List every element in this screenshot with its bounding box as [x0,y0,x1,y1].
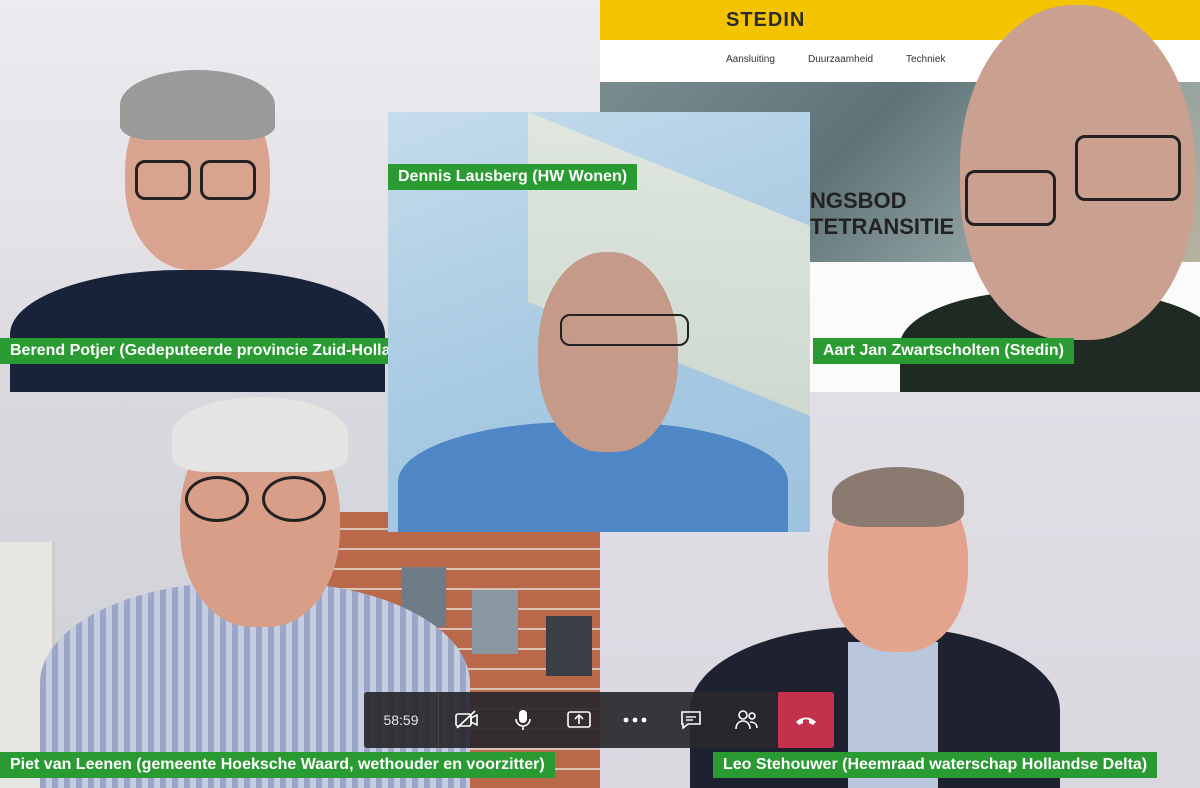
participants-icon[interactable] [719,692,775,748]
participant-head [538,252,678,452]
glasses [135,160,191,200]
glasses [200,160,256,200]
call-timer: 58:59 [364,692,439,748]
site-hero-line: TETRANSITIE [810,214,955,239]
call-toolbar: 58:59 [364,692,834,748]
site-nav-item: Duurzaamheid [808,54,874,65]
participant-hair [120,70,275,140]
participant-name-tag: Berend Potjer (Gedeputeerde provincie Zu… [0,338,426,364]
camera-off-icon[interactable] [439,692,495,748]
glasses [1075,135,1181,201]
participant-name-tag: Leo Stehouwer (Heemraad waterschap Holla… [713,752,1158,778]
site-nav-item: Techniek [906,54,946,65]
glasses [262,476,326,522]
participant-hair [832,467,964,527]
video-tile-dennis[interactable]: Dennis Lausberg (HW Wonen) [388,112,810,532]
microphone-icon[interactable] [495,692,551,748]
wall-picture [546,616,592,676]
wall-picture [472,590,518,654]
share-screen-icon[interactable] [551,692,607,748]
participant-hair [172,397,348,472]
hangup-icon[interactable] [778,692,834,748]
more-icon[interactable] [607,692,663,748]
glasses [560,314,689,346]
participant-name-tag: Aart Jan Zwartscholten (Stedin) [813,338,1074,364]
participant-name-tag: Dennis Lausberg (HW Wonen) [388,164,638,190]
glasses [185,476,249,522]
chat-icon[interactable] [663,692,719,748]
site-logo: STEDIN [726,9,806,31]
site-hero-line: NGSBOD [810,188,907,213]
site-hero-text: NGSBOD TETRANSITIE [810,188,954,240]
site-nav-item: Aansluiting [726,54,775,65]
participant-video [10,270,385,392]
glasses [965,170,1056,226]
participant-name-tag: Piet van Leenen (gemeente Hoeksche Waard… [0,752,555,778]
